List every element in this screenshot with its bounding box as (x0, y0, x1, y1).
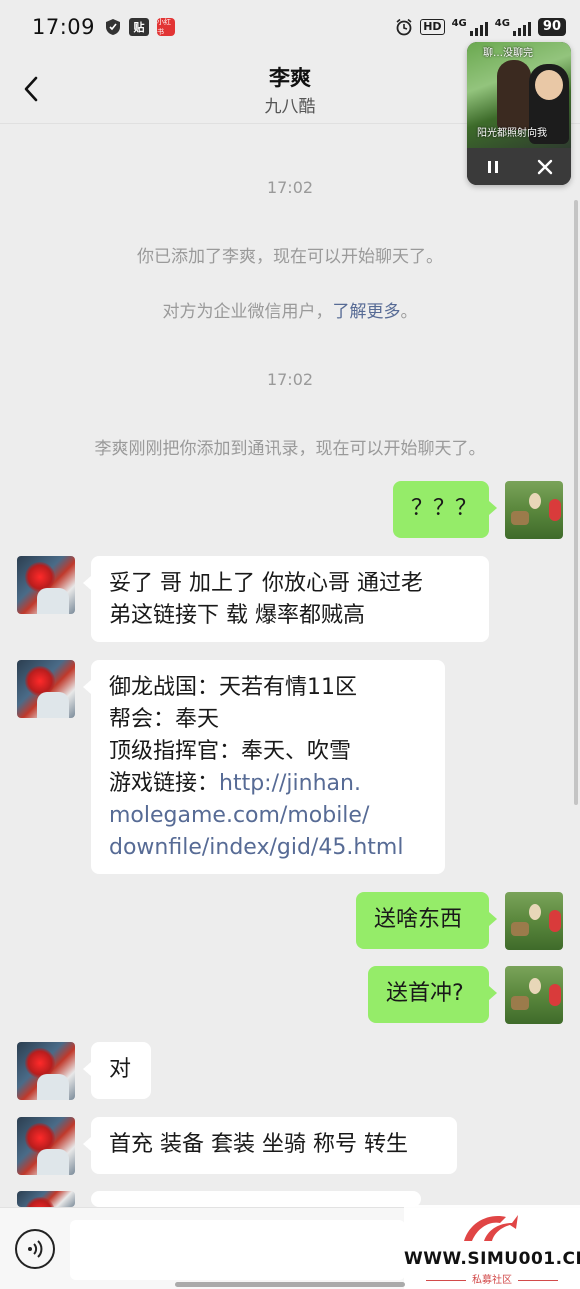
message-text: 送啥东西 (374, 907, 463, 932)
video-caption-top: 聊…没聊完 (483, 48, 533, 59)
message-text: 首充 装备 套装 坐骑 称号 转生 (109, 1132, 408, 1157)
enterprise-notice: 对方为企业微信用户，了解更多。 (0, 297, 580, 322)
system-message: 你已添加了李爽，现在可以开始聊天了。 (137, 247, 443, 267)
network-type-1: 4G (451, 18, 467, 29)
message-bubble-incoming[interactable]: 对 (83, 1042, 151, 1099)
my-avatar[interactable] (505, 892, 563, 950)
message-bubble-outgoing[interactable]: ？？？ (393, 481, 497, 538)
watermark-logo-icon (464, 1215, 518, 1241)
signal-icon-2: 4G (495, 18, 531, 36)
game-link[interactable]: http://jinhan. (219, 771, 361, 796)
message-bubble-incoming[interactable]: 御龙战国：天若有情11区 帮会：奉天 顶级指挥官：奉天、吹雪 游戏链接：http… (83, 660, 445, 874)
message-text-line: 游戏链接： (109, 771, 220, 796)
message-text: ？？？ (411, 496, 478, 521)
message-bubble-incoming[interactable]: 首充 装备 套装 坐骑 称号 转生 (83, 1117, 457, 1174)
my-avatar[interactable] (505, 966, 563, 1024)
voice-icon (28, 1240, 43, 1258)
contact-avatar[interactable] (17, 1117, 75, 1175)
signal-icon-1: 4G (452, 18, 488, 36)
message-bubble-incoming[interactable] (83, 1191, 421, 1225)
close-icon (537, 159, 553, 174)
message-text-line: 弟这链接下 载 爆率都贼高 (109, 603, 365, 628)
video-thumbnail: 聊…没聊完 阳光都照射向我 (467, 42, 571, 148)
my-avatar[interactable] (505, 481, 563, 539)
game-link[interactable]: downfile/index/gid/45.html (109, 832, 427, 864)
message-text-line: 御龙战国：天若有情11区 (109, 675, 357, 700)
message-bubble-outgoing[interactable]: 送首冲? (368, 966, 497, 1023)
system-message: 李爽刚刚把你添加到通讯录，现在可以开始聊天了。 (94, 439, 486, 459)
game-link[interactable]: molegame.com/mobile/ (109, 800, 427, 832)
tie-app-icon: 贴 (129, 18, 150, 36)
timestamp: 17:02 (266, 178, 314, 197)
contact-avatar[interactable] (17, 660, 75, 718)
contact-avatar[interactable] (17, 1042, 75, 1100)
message-text: 对 (109, 1057, 132, 1082)
status-time: 17:09 (32, 15, 96, 39)
shield-icon (105, 18, 121, 36)
watermark: WWW.SIMU001.CN 私募社区 (404, 1205, 580, 1289)
enterprise-notice-text: 对方为企业微信用户， (162, 302, 333, 322)
scrollbar[interactable] (574, 200, 578, 805)
message-text-line: 顶级指挥官：奉天、吹雪 (109, 739, 352, 764)
contact-avatar[interactable] (17, 556, 75, 614)
pause-icon (488, 160, 498, 173)
message-bubble-outgoing[interactable]: 送啥东西 (356, 892, 497, 949)
close-video-button[interactable] (531, 153, 559, 181)
message-text-line: 帮会：奉天 (109, 707, 220, 732)
home-indicator[interactable] (175, 1282, 405, 1287)
battery-indicator: 90 (537, 18, 566, 36)
watermark-text: WWW.SIMU001.CN (404, 1249, 580, 1269)
timestamp: 17:02 (266, 370, 314, 389)
enterprise-notice-suffix: 。 (400, 302, 418, 322)
xiaohongshu-icon: 小红书 (157, 18, 176, 36)
floating-video-window[interactable]: 聊…没聊完 阳光都照射向我 (467, 42, 571, 185)
watermark-subtext: 私募社区 (404, 1271, 580, 1286)
video-caption-bottom: 阳光都照射向我 (477, 128, 547, 139)
message-input[interactable] (70, 1220, 405, 1280)
pause-button[interactable] (479, 153, 507, 181)
alarm-icon (395, 18, 413, 36)
voice-input-button[interactable] (15, 1229, 55, 1269)
network-type-2: 4G (494, 18, 510, 29)
message-bubble-incoming[interactable]: 妥了 哥 加上了 你放心哥 通过老 弟这链接下 载 爆率都贼高 (83, 556, 489, 642)
message-text-line: 妥了 哥 加上了 你放心哥 通过老 (109, 571, 423, 596)
contact-avatar[interactable] (17, 1191, 75, 1207)
message-text: 送首冲? (386, 981, 464, 1006)
learn-more-link[interactable]: 了解更多 (333, 302, 401, 322)
hd-voice-icon: HD (420, 19, 445, 35)
